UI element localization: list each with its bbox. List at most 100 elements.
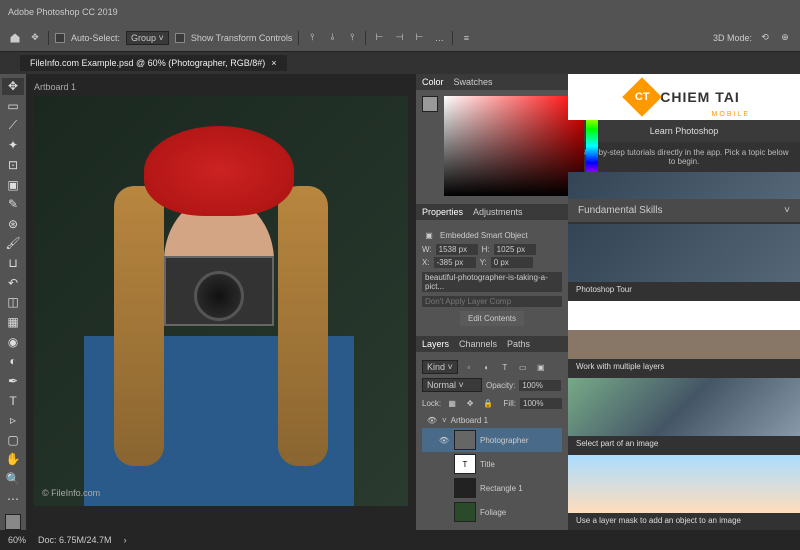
- document-tab[interactable]: FileInfo.com Example.psd @ 60% (Photogra…: [20, 55, 287, 71]
- height-input[interactable]: 1025 px: [494, 244, 536, 255]
- magic-wand-tool[interactable]: ✦: [2, 137, 24, 154]
- close-tab-icon[interactable]: ×: [271, 58, 276, 68]
- opacity-input[interactable]: 100%: [519, 380, 561, 391]
- blur-tool[interactable]: ◉: [2, 333, 24, 350]
- canvas-image[interactable]: © FileInfo.com: [34, 96, 408, 506]
- crop-tool[interactable]: ⊡: [2, 157, 24, 174]
- distribute-icon[interactable]: ≡: [459, 31, 473, 45]
- history-brush-tool[interactable]: ↶: [2, 274, 24, 291]
- dodge-tool[interactable]: ◐: [2, 353, 24, 370]
- lock-icon[interactable]: 🔒: [481, 396, 495, 410]
- kind-filter[interactable]: Kind ˅: [422, 360, 458, 374]
- chevron-right-icon[interactable]: ›: [124, 535, 127, 545]
- paths-tab[interactable]: Paths: [507, 339, 530, 349]
- color-panel-tabs: Color Swatches: [416, 74, 568, 90]
- lasso-tool[interactable]: ⟋: [2, 117, 24, 134]
- layer-artboard[interactable]: 👁 ˅ Artboard 1: [422, 412, 562, 428]
- edit-toolbar[interactable]: ⋯: [2, 490, 24, 507]
- properties-tab[interactable]: Properties: [422, 207, 463, 217]
- layer-foliage[interactable]: Foliage: [422, 500, 562, 524]
- fill-input[interactable]: 100%: [520, 398, 562, 409]
- width-input[interactable]: 1538 px: [436, 244, 478, 255]
- filter-type-icon[interactable]: T: [498, 360, 512, 374]
- filter-shape-icon[interactable]: ▭: [516, 360, 530, 374]
- color-tab[interactable]: Color: [422, 77, 444, 87]
- edit-contents-button[interactable]: Edit Contents: [460, 311, 524, 326]
- visibility-icon[interactable]: [438, 458, 450, 470]
- swatches-tab[interactable]: Swatches: [454, 77, 493, 87]
- tutorial-card[interactable]: Photoshop Tour: [568, 224, 800, 297]
- align-top-icon[interactable]: ⫯: [305, 31, 319, 45]
- lock-all-icon[interactable]: ▦: [445, 396, 459, 410]
- lock-position-icon[interactable]: ✥: [463, 396, 477, 410]
- visibility-icon[interactable]: [438, 482, 450, 494]
- card-image: [568, 224, 800, 282]
- layer-name: Foliage: [480, 508, 506, 517]
- expand-icon[interactable]: ˅: [442, 416, 447, 425]
- visibility-icon[interactable]: 👁: [426, 414, 438, 426]
- tutorial-card[interactable]: Work with multiple layers: [568, 301, 800, 374]
- y-input[interactable]: 0 px: [491, 257, 533, 268]
- section-header[interactable]: Fundamental Skills ˅: [568, 199, 800, 222]
- stamp-tool[interactable]: ⊔: [2, 255, 24, 272]
- foreground-color[interactable]: [5, 514, 21, 530]
- hand-tool[interactable]: ✋: [2, 451, 24, 468]
- x-input[interactable]: -385 px: [434, 257, 476, 268]
- color-field[interactable]: [444, 96, 584, 196]
- tutorial-card[interactable]: Select part of an image: [568, 378, 800, 451]
- orbit-icon[interactable]: ⟲: [758, 31, 772, 45]
- path-tool[interactable]: ▹: [2, 412, 24, 429]
- auto-select-dropdown[interactable]: Group ˅: [126, 31, 169, 45]
- filter-smart-icon[interactable]: ▣: [534, 360, 548, 374]
- move-tool[interactable]: ✥: [2, 78, 24, 95]
- pan-icon[interactable]: ⊕: [778, 31, 792, 45]
- logo-text: CHIEM TAI: [660, 89, 740, 105]
- eyedropper-tool[interactable]: ✎: [2, 196, 24, 213]
- channels-tab[interactable]: Channels: [459, 339, 497, 349]
- align-right-icon[interactable]: ⊢: [412, 31, 426, 45]
- brush-tool[interactable]: 🖌: [2, 235, 24, 252]
- canvas-area[interactable]: Artboard 1 © FileInfo.com: [26, 74, 416, 530]
- fg-swatch[interactable]: [422, 96, 438, 112]
- move-tool-icon[interactable]: ✥: [28, 31, 42, 45]
- align-middle-icon[interactable]: ⫰: [325, 31, 339, 45]
- zoom-level[interactable]: 60%: [8, 535, 26, 545]
- watermark: © FileInfo.com: [42, 488, 100, 498]
- color-panel: [416, 90, 568, 204]
- panels-column: Color Swatches Properties Adjustments ▣ E…: [416, 74, 568, 530]
- eraser-tool[interactable]: ◫: [2, 294, 24, 311]
- layer-comp-dropdown[interactable]: Don't Apply Layer Comp: [422, 296, 562, 307]
- layers-tab[interactable]: Layers: [422, 339, 449, 349]
- gradient-tool[interactable]: ▦: [2, 314, 24, 331]
- align-left-icon[interactable]: ⊢: [372, 31, 386, 45]
- layer-thumbnail: [454, 430, 476, 450]
- auto-select-checkbox[interactable]: [55, 33, 65, 43]
- filter-pixel-icon[interactable]: ▫: [462, 360, 476, 374]
- home-icon[interactable]: [8, 31, 22, 45]
- shape-tool[interactable]: ▢: [2, 432, 24, 449]
- show-transform-checkbox[interactable]: [175, 33, 185, 43]
- visibility-icon[interactable]: 👁: [438, 434, 450, 446]
- visibility-icon[interactable]: [438, 506, 450, 518]
- tutorial-card[interactable]: Use a layer mask to add an object to an …: [568, 455, 800, 528]
- layer-title[interactable]: T Title: [422, 452, 562, 476]
- w-label: W:: [422, 245, 432, 254]
- align-center-icon[interactable]: ⊣: [392, 31, 406, 45]
- marquee-tool[interactable]: ▭: [2, 98, 24, 115]
- zoom-tool[interactable]: 🔍: [2, 471, 24, 488]
- adjustments-tab[interactable]: Adjustments: [473, 207, 523, 217]
- blend-mode[interactable]: Normal ˅: [422, 378, 482, 392]
- card-image: [568, 301, 800, 359]
- separator: [452, 31, 453, 45]
- type-tool[interactable]: T: [2, 392, 24, 409]
- frame-tool[interactable]: ▣: [2, 176, 24, 193]
- filter-adjust-icon[interactable]: ◐: [480, 360, 494, 374]
- layer-photographer[interactable]: 👁 Photographer: [422, 428, 562, 452]
- layer-rectangle[interactable]: Rectangle 1: [422, 476, 562, 500]
- layer-thumbnail: T: [454, 454, 476, 474]
- pen-tool[interactable]: ✒: [2, 373, 24, 390]
- healing-tool[interactable]: ⊛: [2, 215, 24, 232]
- more-icon[interactable]: …: [432, 31, 446, 45]
- align-bottom-icon[interactable]: ⫯: [345, 31, 359, 45]
- learn-title: Learn Photoshop: [568, 120, 800, 142]
